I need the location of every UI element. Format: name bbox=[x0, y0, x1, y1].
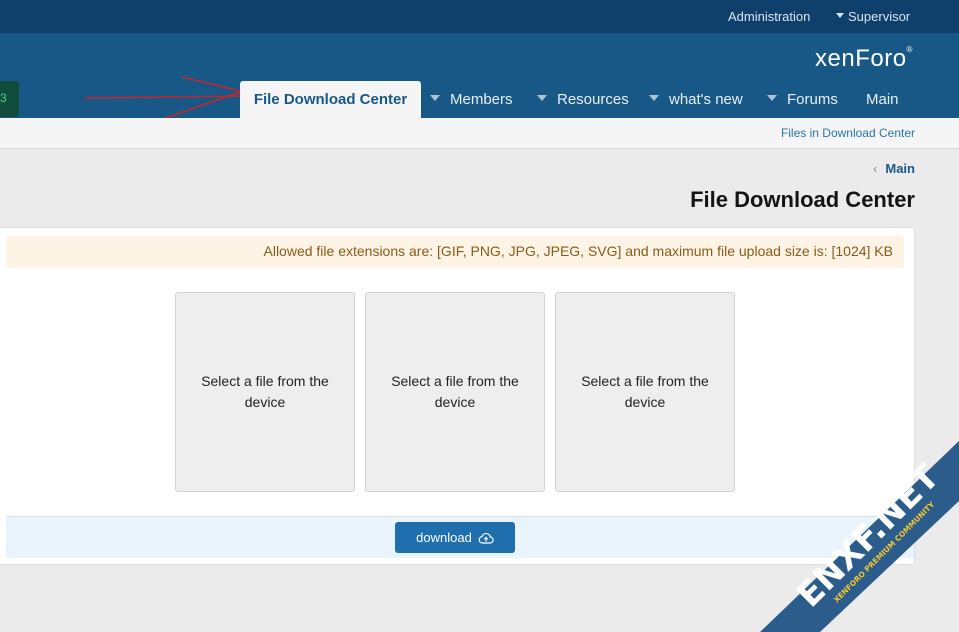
logo-text: xenForo bbox=[815, 45, 907, 72]
tab-file-download-center[interactable]: File Download Center bbox=[240, 81, 421, 118]
notice-banner: Allowed file extensions are: [GIF, PNG, … bbox=[6, 236, 904, 268]
administration-link[interactable]: Administration bbox=[728, 9, 810, 24]
caret-down-icon[interactable] bbox=[767, 95, 777, 102]
download-button[interactable]: download bbox=[395, 522, 515, 553]
files-in-download-center-link[interactable]: Files in Download Center bbox=[781, 126, 915, 140]
tab-label: Main bbox=[866, 91, 899, 108]
supervisor-menu[interactable]: Supervisor bbox=[836, 9, 910, 24]
form-footer: download bbox=[6, 516, 914, 558]
download-button-label: download bbox=[416, 530, 472, 545]
caret-down-icon[interactable] bbox=[649, 95, 659, 102]
breadcrumb-label: Main bbox=[885, 161, 915, 176]
tab-whats-new[interactable]: what's new bbox=[649, 81, 743, 118]
tab-resources[interactable]: Resources bbox=[537, 81, 629, 118]
breadcrumb[interactable]: ‹ Main bbox=[873, 161, 915, 176]
annotation-arrow bbox=[84, 76, 241, 121]
logo-trademark: ® bbox=[906, 45, 913, 54]
tab-label: Resources bbox=[557, 91, 629, 108]
file-slot-label: Select a file from the device bbox=[391, 373, 519, 410]
top-bar: Administration Supervisor bbox=[0, 0, 959, 33]
caret-down-icon[interactable] bbox=[537, 95, 547, 102]
xenforo-logo[interactable]: xenForo® bbox=[815, 45, 913, 73]
caret-down-icon[interactable] bbox=[430, 95, 440, 102]
file-slot-3[interactable]: Select a file from the device bbox=[555, 292, 735, 492]
cloud-upload-icon bbox=[478, 532, 494, 544]
tab-label: File Download Center bbox=[253, 91, 408, 108]
tab-forums[interactable]: Forums bbox=[767, 81, 838, 118]
supervisor-label: Supervisor bbox=[848, 9, 911, 24]
file-slot-2[interactable]: Select a file from the device bbox=[365, 292, 545, 492]
upload-block: Allowed file extensions are: [GIF, PNG, … bbox=[0, 227, 915, 565]
tab-label: what's new bbox=[669, 91, 743, 108]
tab-main[interactable]: Main bbox=[866, 81, 899, 118]
page-title: File Download Center bbox=[690, 187, 915, 212]
tab-label: Forums bbox=[787, 91, 838, 108]
file-slot-label: Select a file from the device bbox=[581, 373, 709, 410]
sub-nav: Files in Download Center bbox=[0, 118, 959, 149]
chevron-left-icon: ‹ bbox=[873, 161, 878, 176]
file-slot-1[interactable]: Select a file from the device bbox=[175, 292, 355, 492]
tab-label: Members bbox=[450, 91, 513, 108]
caret-down-icon bbox=[836, 13, 844, 19]
tab-members[interactable]: Members bbox=[430, 81, 513, 118]
file-slot-label: Select a file from the device bbox=[201, 373, 329, 410]
